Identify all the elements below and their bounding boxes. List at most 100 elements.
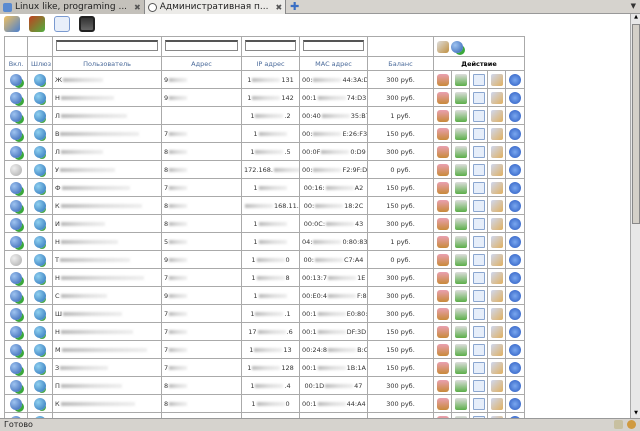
- statistics-icon[interactable]: [509, 343, 522, 356]
- gateway-globe-icon[interactable]: [34, 235, 46, 248]
- tab-list-dropdown-icon[interactable]: ▼: [631, 2, 636, 10]
- edit-user-icon[interactable]: [436, 397, 449, 410]
- statistics-icon[interactable]: [509, 163, 522, 176]
- user-enabled-icon[interactable]: [10, 217, 22, 230]
- edit-user-icon[interactable]: [436, 181, 449, 194]
- close-tab-icon[interactable]: ✖: [275, 3, 282, 12]
- user-enabled-icon[interactable]: [10, 181, 22, 194]
- vertical-scrollbar[interactable]: ▲ ▼: [630, 14, 640, 418]
- user-enabled-icon[interactable]: [10, 379, 22, 392]
- payment-icon[interactable]: [454, 343, 467, 356]
- statistics-icon[interactable]: [509, 379, 522, 392]
- edit-user-icon[interactable]: [436, 145, 449, 158]
- close-tab-icon[interactable]: ✖: [134, 3, 141, 12]
- edit-notes-icon[interactable]: [490, 73, 503, 86]
- edit-user-icon[interactable]: [436, 325, 449, 338]
- col-user[interactable]: Пользователь: [52, 56, 162, 71]
- document-icon[interactable]: [472, 361, 485, 374]
- gateway-globe-icon[interactable]: [34, 253, 46, 266]
- document-icon[interactable]: [54, 16, 70, 32]
- payment-icon[interactable]: [454, 127, 467, 140]
- statistics-icon[interactable]: [509, 235, 522, 248]
- gateway-globe-icon[interactable]: [34, 271, 46, 284]
- gateway-globe-icon[interactable]: [34, 289, 46, 302]
- edit-notes-icon[interactable]: [490, 91, 503, 104]
- document-icon[interactable]: [472, 199, 485, 212]
- payment-icon[interactable]: [454, 253, 467, 266]
- statistics-icon[interactable]: [509, 217, 522, 230]
- user-enabled-icon[interactable]: [10, 145, 22, 158]
- edit-user-icon[interactable]: [436, 343, 449, 356]
- payment-icon[interactable]: [454, 397, 467, 410]
- address-filter-input[interactable]: [165, 40, 238, 52]
- user-enabled-icon[interactable]: [10, 307, 22, 320]
- edit-notes-icon[interactable]: [490, 145, 503, 158]
- edit-notes-icon[interactable]: [490, 379, 503, 392]
- gateway-globe-icon[interactable]: [34, 325, 46, 338]
- gateway-globe-icon[interactable]: [34, 379, 46, 392]
- payment-icon[interactable]: [454, 73, 467, 86]
- users-group-icon[interactable]: [4, 16, 20, 32]
- search-key-icon[interactable]: [437, 40, 449, 53]
- document-icon[interactable]: [472, 109, 485, 122]
- document-icon[interactable]: [472, 163, 485, 176]
- gateway-globe-icon[interactable]: [34, 145, 46, 158]
- user-disabled-icon[interactable]: [10, 163, 22, 176]
- user-enabled-icon[interactable]: [10, 235, 22, 248]
- user-enabled-icon[interactable]: [10, 109, 22, 122]
- edit-user-icon[interactable]: [436, 199, 449, 212]
- statistics-icon[interactable]: [509, 361, 522, 374]
- user-enabled-icon[interactable]: [10, 361, 22, 374]
- statistics-icon[interactable]: [509, 307, 522, 320]
- edit-user-icon[interactable]: [436, 73, 449, 86]
- save-disk-icon[interactable]: [79, 16, 95, 32]
- user-search-icon[interactable]: [451, 40, 464, 53]
- payment-icon[interactable]: [454, 307, 467, 320]
- gateway-globe-icon[interactable]: [34, 361, 46, 374]
- edit-user-icon[interactable]: [436, 271, 449, 284]
- scroll-up-icon[interactable]: ▲: [632, 14, 640, 22]
- payment-icon[interactable]: [454, 91, 467, 104]
- payment-icon[interactable]: [454, 235, 467, 248]
- security-lock-icon[interactable]: [614, 420, 623, 429]
- statistics-icon[interactable]: [509, 199, 522, 212]
- gateway-globe-icon[interactable]: [34, 163, 46, 176]
- edit-notes-icon[interactable]: [490, 217, 503, 230]
- col-address[interactable]: Адрес: [161, 56, 242, 71]
- edit-notes-icon[interactable]: [490, 109, 503, 122]
- user-disabled-icon[interactable]: [10, 253, 22, 266]
- user-enabled-icon[interactable]: [10, 325, 22, 338]
- document-icon[interactable]: [472, 307, 485, 320]
- payment-icon[interactable]: [454, 289, 467, 302]
- edit-user-icon[interactable]: [436, 307, 449, 320]
- statistics-icon[interactable]: [509, 109, 522, 122]
- gateway-globe-icon[interactable]: [34, 217, 46, 230]
- edit-user-icon[interactable]: [436, 217, 449, 230]
- statistics-icon[interactable]: [509, 181, 522, 194]
- user-enabled-icon[interactable]: [10, 199, 22, 212]
- gateway-globe-icon[interactable]: [34, 397, 46, 410]
- edit-notes-icon[interactable]: [490, 271, 503, 284]
- document-icon[interactable]: [472, 289, 485, 302]
- document-icon[interactable]: [472, 343, 485, 356]
- document-icon[interactable]: [472, 271, 485, 284]
- user-enabled-icon[interactable]: [10, 271, 22, 284]
- payment-icon[interactable]: [454, 109, 467, 122]
- edit-notes-icon[interactable]: [490, 361, 503, 374]
- edit-user-icon[interactable]: [436, 163, 449, 176]
- document-icon[interactable]: [472, 73, 485, 86]
- edit-notes-icon[interactable]: [490, 325, 503, 338]
- scroll-down-icon[interactable]: ▼: [632, 410, 640, 418]
- col-ip[interactable]: IP адрес: [241, 56, 300, 71]
- document-icon[interactable]: [472, 325, 485, 338]
- gateway-globe-icon[interactable]: [34, 343, 46, 356]
- edit-notes-icon[interactable]: [490, 163, 503, 176]
- statistics-icon[interactable]: [509, 127, 522, 140]
- edit-notes-icon[interactable]: [490, 397, 503, 410]
- document-icon[interactable]: [472, 217, 485, 230]
- col-balance[interactable]: Баланс: [367, 56, 434, 71]
- edit-user-icon[interactable]: [436, 235, 449, 248]
- payment-icon[interactable]: [454, 181, 467, 194]
- user-filter-input[interactable]: [56, 40, 158, 52]
- ip-filter-input[interactable]: [245, 40, 296, 52]
